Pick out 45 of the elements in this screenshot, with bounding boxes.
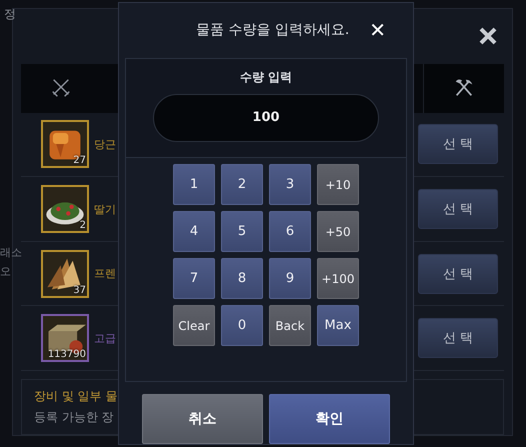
keypad-key[interactable]: Max — [317, 305, 359, 346]
keypad-key[interactable]: 1 — [173, 164, 215, 206]
dialog-title: 물품 수량을 입력하세요. — [196, 21, 350, 40]
item-slot[interactable]: 2 — [41, 185, 89, 234]
crossed-swords-icon — [50, 77, 72, 100]
item-count: 2 — [80, 220, 86, 232]
keypad-key[interactable]: 0 — [221, 305, 263, 346]
item-count: 37 — [73, 284, 86, 296]
keypad-key[interactable]: 4 — [173, 211, 215, 252]
notice-text: 등록 가능한 장 — [34, 409, 114, 426]
item-count: 113790 — [48, 349, 86, 360]
select-button[interactable]: 선 택 — [418, 254, 498, 294]
close-button[interactable]: ✕ — [369, 18, 386, 42]
item-count: 27 — [73, 155, 86, 166]
select-button[interactable]: 선 택 — [418, 124, 498, 164]
item-slot[interactable]: 113790 — [41, 314, 89, 362]
item-name: 당근 — [94, 136, 116, 152]
keypad-key[interactable]: Back — [269, 305, 311, 346]
keypad-key[interactable]: 6 — [269, 211, 311, 252]
item-slot[interactable]: 37 — [41, 250, 89, 298]
item-name: 고급 — [94, 330, 116, 346]
side-text: 오 — [0, 264, 11, 279]
quantity-field[interactable]: 100 — [153, 94, 379, 142]
confirm-button[interactable]: 확인 — [269, 394, 390, 444]
panel-title-fragment: 정 — [4, 6, 16, 23]
item-slot[interactable]: 27 — [41, 120, 89, 168]
keypad-key[interactable]: 9 — [269, 258, 311, 300]
close-icon[interactable] — [478, 26, 498, 46]
keypad-key[interactable]: +10 — [317, 164, 359, 206]
keypad-key[interactable]: 5 — [221, 211, 263, 252]
keypad-key[interactable]: +100 — [317, 258, 359, 300]
select-button[interactable]: 선 택 — [418, 189, 498, 230]
keypad-key[interactable]: 7 — [173, 258, 215, 300]
notice-text: 장비 및 일부 물 — [34, 388, 118, 405]
cancel-button[interactable]: 취소 — [142, 394, 263, 444]
keypad-key[interactable]: 3 — [269, 164, 311, 206]
keypad-key[interactable]: +50 — [317, 211, 359, 252]
input-label: 수량 입력 — [240, 68, 292, 86]
side-text: 래소 — [0, 245, 22, 260]
select-button[interactable]: 선 택 — [418, 318, 498, 358]
keypad-key[interactable]: 8 — [221, 258, 263, 300]
keypad-key[interactable]: 2 — [221, 164, 263, 206]
item-name: 프렌 — [94, 266, 116, 282]
item-name: 딸기 — [94, 202, 116, 217]
keypad-key[interactable]: Clear — [173, 305, 215, 346]
